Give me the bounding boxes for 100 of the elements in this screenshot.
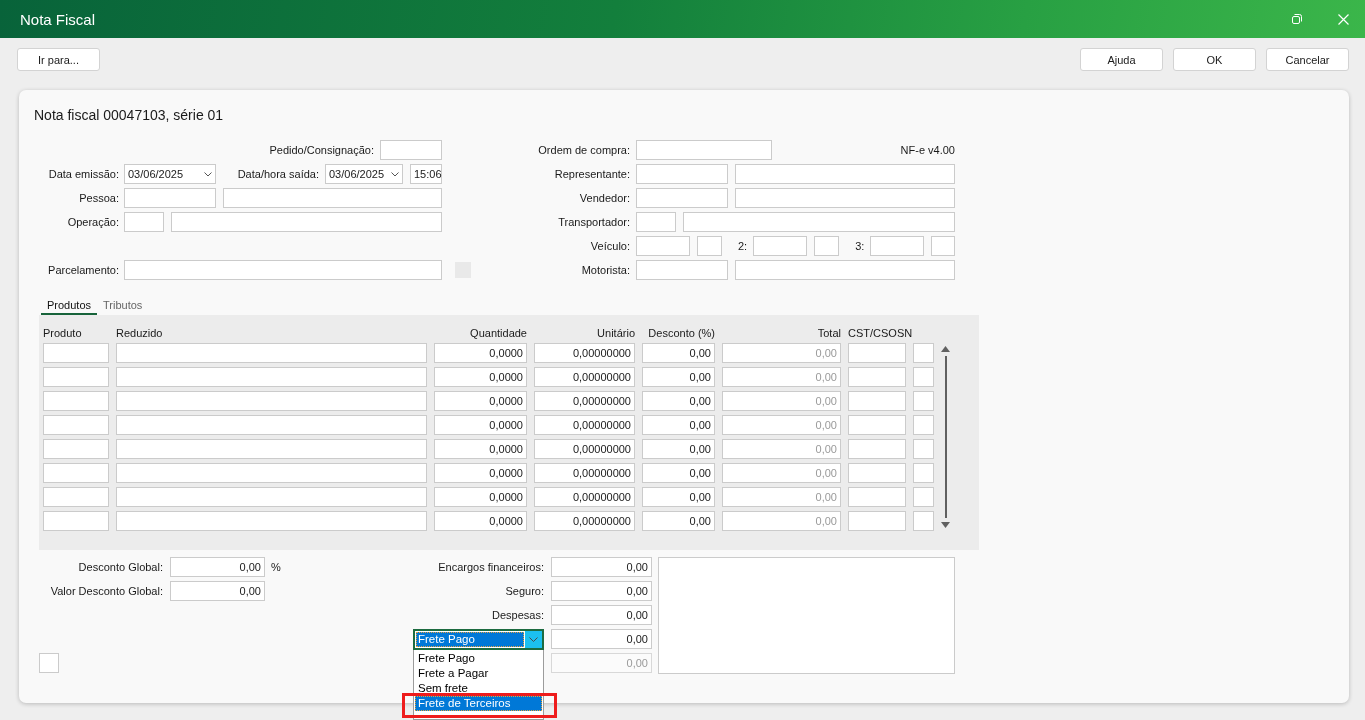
- grid-input[interactable]: 0,0000: [434, 343, 527, 363]
- text-field[interactable]: [171, 212, 442, 232]
- grid-input[interactable]: 0,00: [642, 487, 715, 507]
- grid-input[interactable]: 0,0000: [434, 463, 527, 483]
- grid-input[interactable]: [848, 487, 906, 507]
- grid-input[interactable]: 0,00: [642, 439, 715, 459]
- dropdown-option[interactable]: Frete de Terceiros: [415, 696, 542, 711]
- grid-input[interactable]: [913, 511, 934, 531]
- grid-input[interactable]: 0,00000000: [534, 367, 635, 387]
- scroll-down-icon[interactable]: [941, 522, 950, 528]
- scrollbar-thumb[interactable]: [944, 356, 947, 518]
- text-field[interactable]: [636, 260, 728, 280]
- freight-select[interactable]: Frete Pago: [413, 628, 544, 650]
- grid-input[interactable]: [43, 391, 109, 411]
- notes-field[interactable]: [658, 557, 955, 674]
- grid-input[interactable]: 0,0000: [434, 439, 527, 459]
- grid-input[interactable]: [43, 511, 109, 531]
- grid-input[interactable]: [848, 367, 906, 387]
- grid-input[interactable]: [43, 439, 109, 459]
- grid-input[interactable]: [116, 367, 427, 387]
- text-field[interactable]: [124, 188, 216, 208]
- number-field[interactable]: 0,00: [170, 557, 265, 577]
- grid-input[interactable]: [913, 415, 934, 435]
- grid-input[interactable]: 0,0000: [434, 415, 527, 435]
- grid-input[interactable]: [848, 439, 906, 459]
- text-field[interactable]: [753, 236, 808, 256]
- chevron-down-icon[interactable]: [204, 171, 212, 177]
- grid-input[interactable]: [43, 487, 109, 507]
- grid-input[interactable]: [43, 415, 109, 435]
- text-field[interactable]: [124, 260, 442, 280]
- grid-input[interactable]: [116, 511, 427, 531]
- grid-input[interactable]: [43, 367, 109, 387]
- grid-input[interactable]: [848, 343, 906, 363]
- help-button[interactable]: Ajuda: [1080, 48, 1163, 71]
- grid-input[interactable]: [116, 343, 427, 363]
- grid-input[interactable]: 0,0000: [434, 511, 527, 531]
- text-field[interactable]: [636, 140, 772, 160]
- text-field[interactable]: [735, 188, 955, 208]
- grid-input[interactable]: [43, 343, 109, 363]
- grid-input[interactable]: 0,00000000: [534, 487, 635, 507]
- grid-input[interactable]: [848, 511, 906, 531]
- number-field[interactable]: 0,00: [551, 581, 652, 601]
- text-field[interactable]: [636, 212, 676, 232]
- text-field[interactable]: [223, 188, 442, 208]
- grid-input[interactable]: [116, 391, 427, 411]
- grid-input[interactable]: 0,00000000: [534, 415, 635, 435]
- text-field[interactable]: [636, 164, 728, 184]
- grid-input[interactable]: 0,00000000: [534, 463, 635, 483]
- grid-input[interactable]: [848, 415, 906, 435]
- grid-input[interactable]: 0,00000000: [534, 391, 635, 411]
- number-field[interactable]: 0,00: [551, 605, 652, 625]
- grid-input[interactable]: 0,00: [642, 463, 715, 483]
- grid-input[interactable]: [913, 343, 934, 363]
- grid-input[interactable]: [848, 391, 906, 411]
- ok-button[interactable]: OK: [1173, 48, 1256, 71]
- dropdown-option[interactable]: Frete Pago: [415, 651, 542, 666]
- grid-input[interactable]: 0,00: [642, 415, 715, 435]
- text-field[interactable]: [814, 236, 840, 256]
- grid-input[interactable]: 0,00: [642, 511, 715, 531]
- grid-input[interactable]: 0,00000000: [534, 439, 635, 459]
- grid-input[interactable]: [913, 367, 934, 387]
- dropdown-option[interactable]: Sem frete: [415, 681, 542, 696]
- number-field[interactable]: 0,00: [170, 581, 265, 601]
- text-field[interactable]: [931, 236, 955, 256]
- blank-field[interactable]: [39, 653, 59, 673]
- number-field[interactable]: 0,00: [551, 629, 652, 649]
- dropdown-option[interactable]: Frete a Pagar: [415, 666, 542, 681]
- text-field[interactable]: [697, 236, 722, 256]
- grid-input[interactable]: 0,00: [642, 367, 715, 387]
- grid-input[interactable]: [116, 439, 427, 459]
- text-field[interactable]: [735, 260, 955, 280]
- grid-input[interactable]: [116, 463, 427, 483]
- grid-input[interactable]: [913, 487, 934, 507]
- text-field[interactable]: [380, 140, 442, 160]
- chevron-down-icon[interactable]: [391, 171, 399, 177]
- text-field[interactable]: [683, 212, 955, 232]
- text-field[interactable]: [870, 236, 925, 256]
- grid-input[interactable]: 0,0000: [434, 367, 527, 387]
- grid-input[interactable]: 0,00000000: [534, 343, 635, 363]
- scroll-up-icon[interactable]: [941, 346, 950, 352]
- restore-icon[interactable]: [1292, 14, 1302, 24]
- grid-input[interactable]: 0,00000000: [534, 511, 635, 531]
- chevron-down-icon[interactable]: [525, 630, 542, 648]
- tab[interactable]: Tributos: [97, 297, 149, 315]
- grid-input[interactable]: [116, 415, 427, 435]
- cancel-button[interactable]: Cancelar: [1266, 48, 1349, 71]
- time-field[interactable]: 15:06: [410, 164, 442, 184]
- close-icon[interactable]: [1338, 13, 1349, 25]
- grid-input[interactable]: [116, 487, 427, 507]
- grid-input[interactable]: [913, 463, 934, 483]
- text-field[interactable]: [636, 188, 728, 208]
- grid-input[interactable]: 0,0000: [434, 487, 527, 507]
- text-field[interactable]: [735, 164, 955, 184]
- number-field[interactable]: 0,00: [551, 557, 652, 577]
- grid-input[interactable]: [848, 463, 906, 483]
- date-field[interactable]: 03/06/2025: [325, 164, 403, 184]
- text-field[interactable]: [636, 236, 690, 256]
- grid-input[interactable]: [43, 463, 109, 483]
- grid-input[interactable]: 0,00: [642, 343, 715, 363]
- grid-input[interactable]: [913, 439, 934, 459]
